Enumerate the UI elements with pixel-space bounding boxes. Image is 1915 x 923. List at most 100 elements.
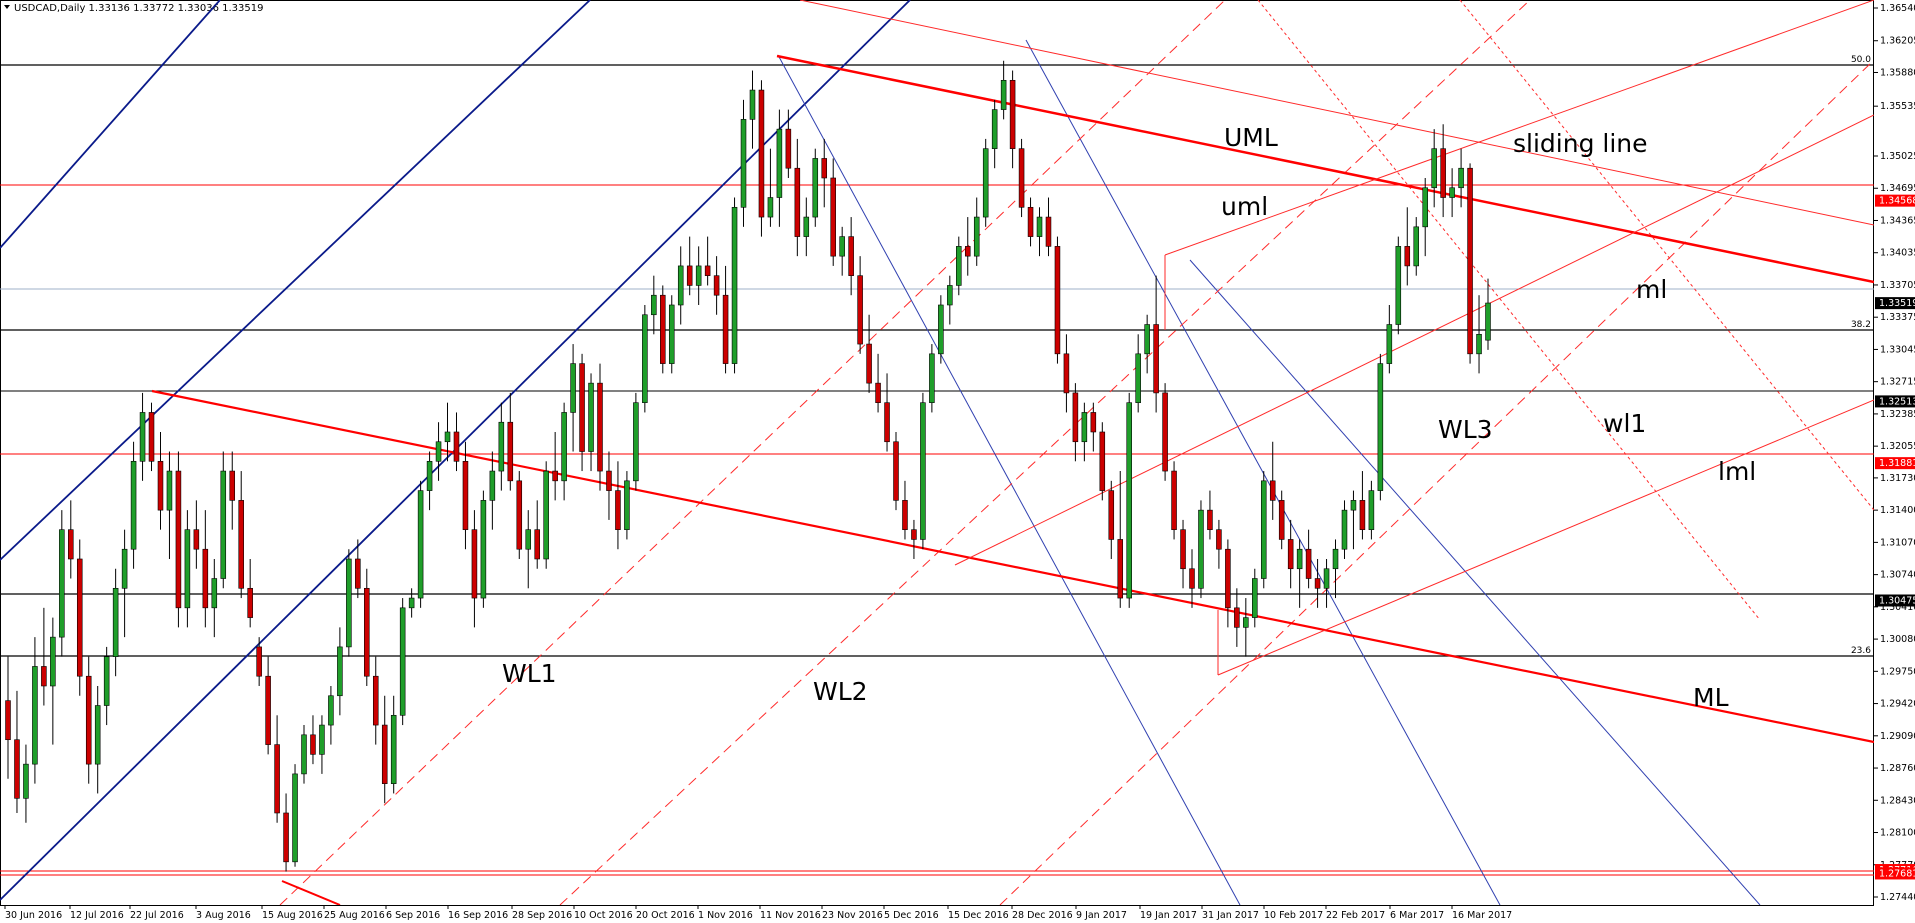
candle[interactable] xyxy=(1350,490,1357,550)
candle[interactable] xyxy=(991,99,998,169)
candle[interactable] xyxy=(803,197,810,257)
candle[interactable] xyxy=(346,549,352,657)
candle[interactable] xyxy=(821,138,828,208)
blue-channel-line-1[interactable] xyxy=(0,0,221,249)
candle[interactable] xyxy=(893,431,899,511)
candle[interactable] xyxy=(283,793,289,872)
candle[interactable] xyxy=(229,451,236,530)
candle[interactable] xyxy=(588,373,594,472)
candle[interactable] xyxy=(758,80,765,237)
candle[interactable] xyxy=(722,265,729,374)
candle[interactable] xyxy=(1449,168,1455,218)
candle[interactable] xyxy=(1269,441,1276,520)
candle[interactable] xyxy=(265,656,271,755)
candle[interactable] xyxy=(579,353,585,472)
candle[interactable] xyxy=(1431,129,1437,208)
candle[interactable] xyxy=(516,471,523,559)
candle[interactable] xyxy=(938,295,944,364)
thin-blue-line-1[interactable] xyxy=(777,54,1241,905)
candle[interactable] xyxy=(633,392,639,491)
candle[interactable] xyxy=(884,373,890,452)
candle[interactable] xyxy=(130,441,137,569)
candle[interactable] xyxy=(1305,529,1312,589)
candle[interactable] xyxy=(543,461,549,569)
candle[interactable] xyxy=(1000,60,1007,120)
candle[interactable] xyxy=(1368,480,1375,540)
candle[interactable] xyxy=(94,685,101,794)
candle[interactable] xyxy=(561,402,567,501)
candle[interactable] xyxy=(480,490,487,608)
candle[interactable] xyxy=(453,412,460,472)
lml-thin-line[interactable] xyxy=(1217,399,1874,676)
candle[interactable] xyxy=(1036,207,1043,257)
candle[interactable] xyxy=(41,607,47,706)
candle[interactable] xyxy=(570,344,576,452)
candle[interactable] xyxy=(292,764,298,867)
candle[interactable] xyxy=(408,588,415,618)
candle[interactable] xyxy=(390,695,397,794)
candle[interactable] xyxy=(1117,471,1124,608)
candle[interactable] xyxy=(947,275,953,325)
candle[interactable] xyxy=(866,314,872,393)
UML-line[interactable] xyxy=(776,54,1874,284)
candle[interactable] xyxy=(964,217,971,276)
candle[interactable] xyxy=(624,471,630,540)
candle[interactable] xyxy=(956,236,962,296)
candle[interactable] xyxy=(1072,383,1079,462)
candle[interactable] xyxy=(426,451,433,511)
candle[interactable] xyxy=(489,451,496,530)
candle[interactable] xyxy=(157,431,164,530)
candle[interactable] xyxy=(642,304,648,413)
candle[interactable] xyxy=(982,138,989,227)
candle[interactable] xyxy=(677,246,684,325)
candle[interactable] xyxy=(59,510,65,657)
candle[interactable] xyxy=(1243,598,1249,657)
candle[interactable] xyxy=(651,275,657,335)
candle[interactable] xyxy=(911,519,917,559)
candle[interactable] xyxy=(1207,490,1213,540)
candle[interactable] xyxy=(1332,539,1339,599)
lower-red-line[interactable] xyxy=(281,880,341,905)
candle[interactable] xyxy=(767,148,774,227)
candle[interactable] xyxy=(175,451,182,628)
candle[interactable] xyxy=(839,226,845,276)
candle[interactable] xyxy=(686,236,693,296)
candle[interactable] xyxy=(660,285,666,374)
candle[interactable] xyxy=(1126,392,1132,608)
candle[interactable] xyxy=(704,236,711,286)
candle[interactable] xyxy=(1144,314,1150,374)
candle[interactable] xyxy=(920,392,926,550)
candle[interactable] xyxy=(1162,383,1168,481)
candle[interactable] xyxy=(597,363,603,491)
candle[interactable] xyxy=(85,656,92,784)
thin-blue-line-2[interactable] xyxy=(1025,39,1501,905)
candle[interactable] xyxy=(337,627,343,716)
candle[interactable] xyxy=(1413,217,1420,276)
candle[interactable] xyxy=(1467,163,1473,364)
candle[interactable] xyxy=(381,695,388,804)
candle[interactable] xyxy=(1377,353,1384,501)
candle[interactable] xyxy=(615,461,621,550)
candle[interactable] xyxy=(830,158,836,266)
candle[interactable] xyxy=(973,197,980,266)
candle[interactable] xyxy=(1027,197,1034,247)
candle[interactable] xyxy=(1278,490,1285,550)
sliding-line[interactable] xyxy=(799,0,1874,226)
candle[interactable] xyxy=(1099,422,1106,501)
candle[interactable] xyxy=(247,558,253,628)
candle[interactable] xyxy=(740,99,747,227)
candle[interactable] xyxy=(1225,539,1231,628)
candle[interactable] xyxy=(1260,471,1267,589)
candle[interactable] xyxy=(1054,236,1061,364)
candle[interactable] xyxy=(1018,138,1025,218)
candle[interactable] xyxy=(1252,568,1258,628)
candle[interactable] xyxy=(68,500,74,579)
candle[interactable] xyxy=(1314,558,1321,608)
candle[interactable] xyxy=(76,539,83,696)
candle[interactable] xyxy=(1189,549,1195,608)
candle[interactable] xyxy=(534,500,540,569)
candle[interactable] xyxy=(301,725,307,784)
candle[interactable] xyxy=(202,510,209,628)
candle[interactable] xyxy=(1198,500,1204,599)
candle[interactable] xyxy=(902,480,908,540)
